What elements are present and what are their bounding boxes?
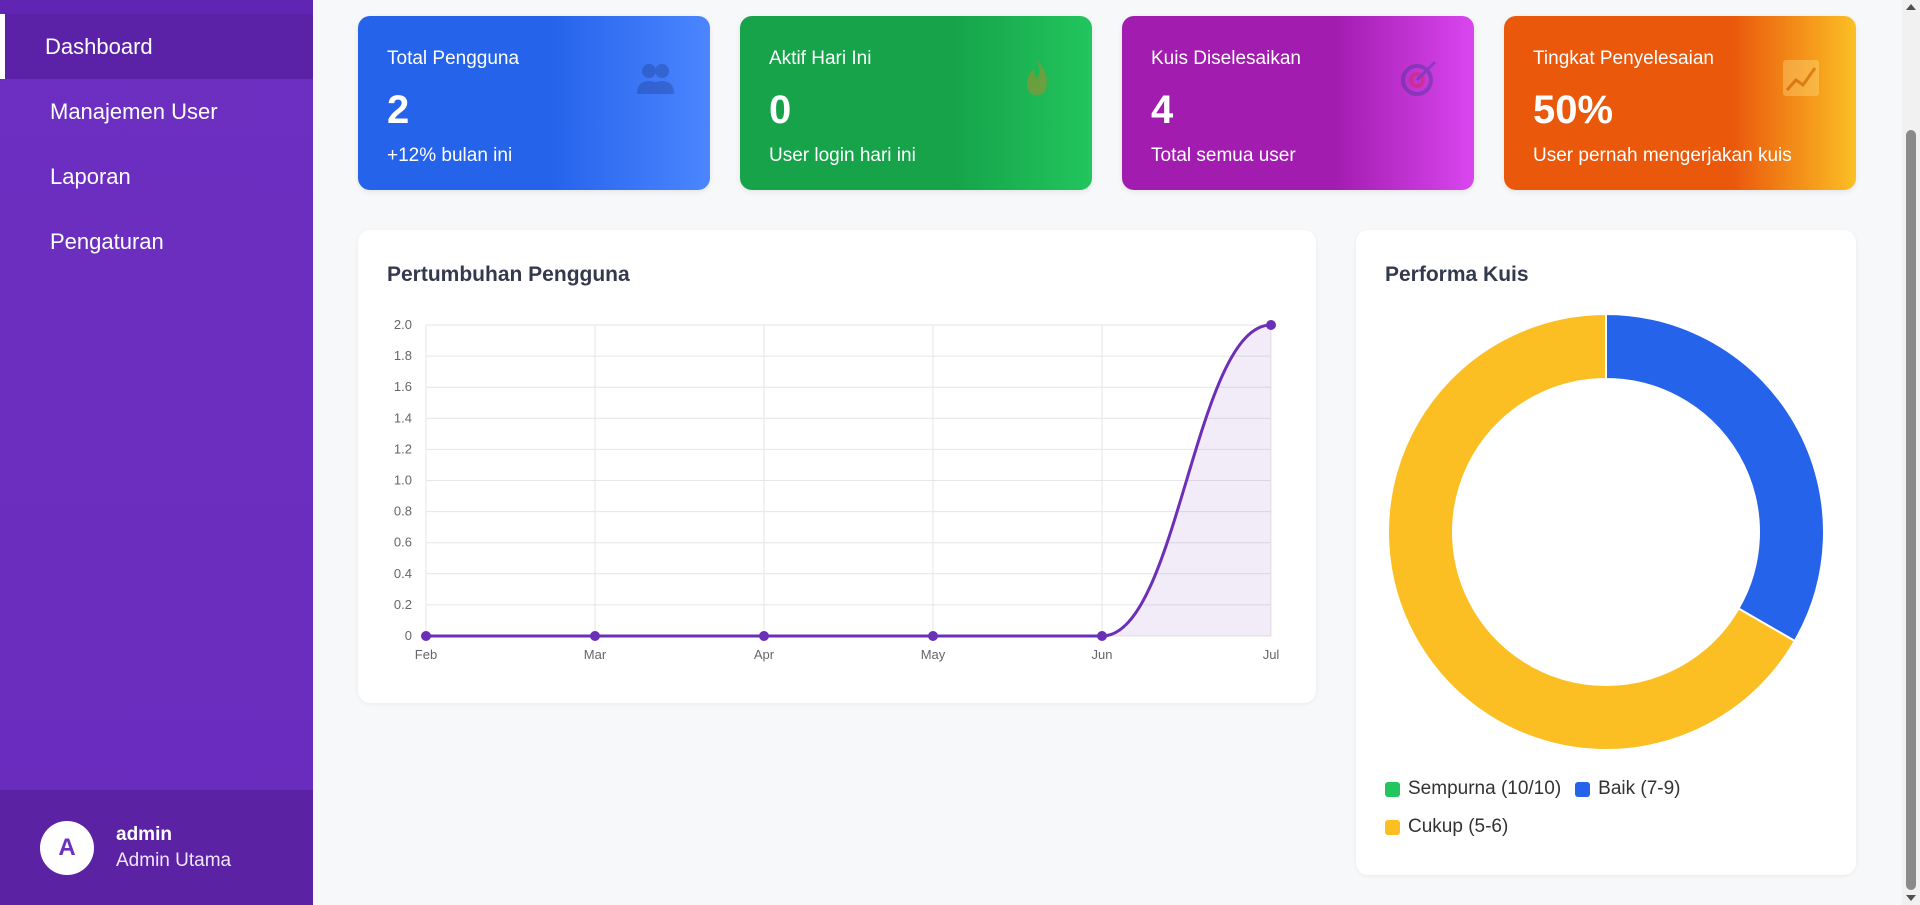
card-subtext: User login hari ini (769, 145, 916, 166)
stat-card-kuis-diselesaikan: Kuis Diselesaikan 4 Total semua user (1122, 16, 1474, 190)
avatar: A (40, 820, 94, 875)
x-tick-label: May (921, 647, 946, 662)
sidebar-item-manajemen-user[interactable]: Manajemen User (0, 79, 313, 144)
stat-card-total-pengguna: Total Pengguna 2 +12% bulan ini (358, 16, 710, 190)
y-tick-label: 0.6 (394, 535, 412, 550)
y-tick-label: 2.0 (394, 317, 412, 332)
legend-label: Cukup (5-6) (1408, 816, 1509, 837)
data-point (421, 631, 431, 641)
sidebar-item-pengaturan[interactable]: Pengaturan (0, 209, 313, 274)
page-scrollbar[interactable] (1902, 0, 1920, 905)
sidebar-item-laporan[interactable]: Laporan (0, 144, 313, 209)
data-point (590, 631, 600, 641)
x-tick-label: Jun (1092, 647, 1113, 662)
user-growth-chart: 2.0 1.8 1.6 1.4 1.2 1.0 0.8 0.6 0.4 0.2 0Feb Mar Apr… (394, 317, 1280, 662)
users-icon (637, 64, 674, 94)
scroll-down-icon[interactable] (1906, 895, 1916, 901)
user-growth-panel: Pertumbuhan Pengguna 2.0 1.8 1.6 1.4 1.2 1.0 0… (358, 230, 1316, 703)
card-subtext: User pernah mengerjakan kuis (1533, 145, 1792, 166)
target-icon (1401, 60, 1437, 96)
user-profile[interactable]: A admin Admin Utama (0, 790, 313, 905)
quiz-performance-legend: Sempurna (10/10) Baik (7-9) Cukup (5-6) (1385, 778, 1825, 854)
data-point (1097, 631, 1107, 641)
data-point (1266, 320, 1276, 330)
user-info: admin Admin Utama (116, 824, 231, 872)
user-name: admin (116, 823, 172, 845)
y-tick-label: 0.8 (394, 504, 412, 519)
card-subtext: Total semua user (1151, 145, 1296, 166)
y-tick-label: 0.4 (394, 566, 412, 581)
legend-item[interactable]: Cukup (5-6) (1385, 816, 1508, 838)
card-subtext: +12% bulan ini (387, 145, 513, 166)
stat-card-tingkat-penyelesaian: Tingkat Penyelesaian 50% User pernah men… (1504, 16, 1856, 190)
pie-slice (1605, 312, 1825, 643)
quiz-performance-chart (1387, 312, 1825, 751)
y-tick-label: 0.2 (394, 597, 412, 612)
legend-item[interactable]: Baik (7-9) (1575, 778, 1681, 800)
chart-up-icon (1783, 60, 1819, 96)
legend-swatch (1575, 781, 1591, 797)
y-tick-label: 1.6 (394, 379, 412, 394)
y-tick-label: 1.4 (394, 410, 412, 425)
y-tick-label: 0 (405, 628, 412, 643)
legend-swatch (1385, 781, 1400, 797)
legend-label: Sempurna (10/10) (1408, 778, 1562, 799)
scroll-thumb[interactable] (1906, 130, 1916, 890)
x-tick-label: Feb (415, 647, 437, 662)
y-tick-label: 1.8 (394, 348, 412, 363)
stat-card-aktif-hari-ini: Aktif Hari Ini 0 User login hari ini (740, 16, 1092, 190)
fire-icon (1027, 60, 1047, 95)
legend-swatch (1385, 819, 1400, 835)
data-point (759, 631, 769, 641)
x-tick-label: Mar (584, 647, 607, 662)
scroll-up-icon[interactable] (1906, 4, 1916, 10)
y-tick-label: 1.0 (394, 473, 412, 488)
legend-item[interactable]: Sempurna (10/10) (1385, 778, 1561, 800)
sidebar-top-strip (0, 0, 313, 14)
y-tick-label: 1.2 (394, 441, 412, 456)
user-role: Admin Utama (116, 849, 232, 871)
sidebar: Dashboard Manajemen User Laporan Pengatu… (0, 0, 313, 905)
x-tick-label: Apr (754, 647, 775, 662)
x-tick-label: Jul (1263, 647, 1280, 662)
sidebar-item-dashboard[interactable]: Dashboard (0, 14, 313, 79)
legend-label: Baik (7-9) (1598, 778, 1681, 799)
quiz-performance-panel: Performa Kuis Sempurna (10/10) Baik (7-9)… (1356, 230, 1856, 875)
data-point (928, 631, 938, 641)
